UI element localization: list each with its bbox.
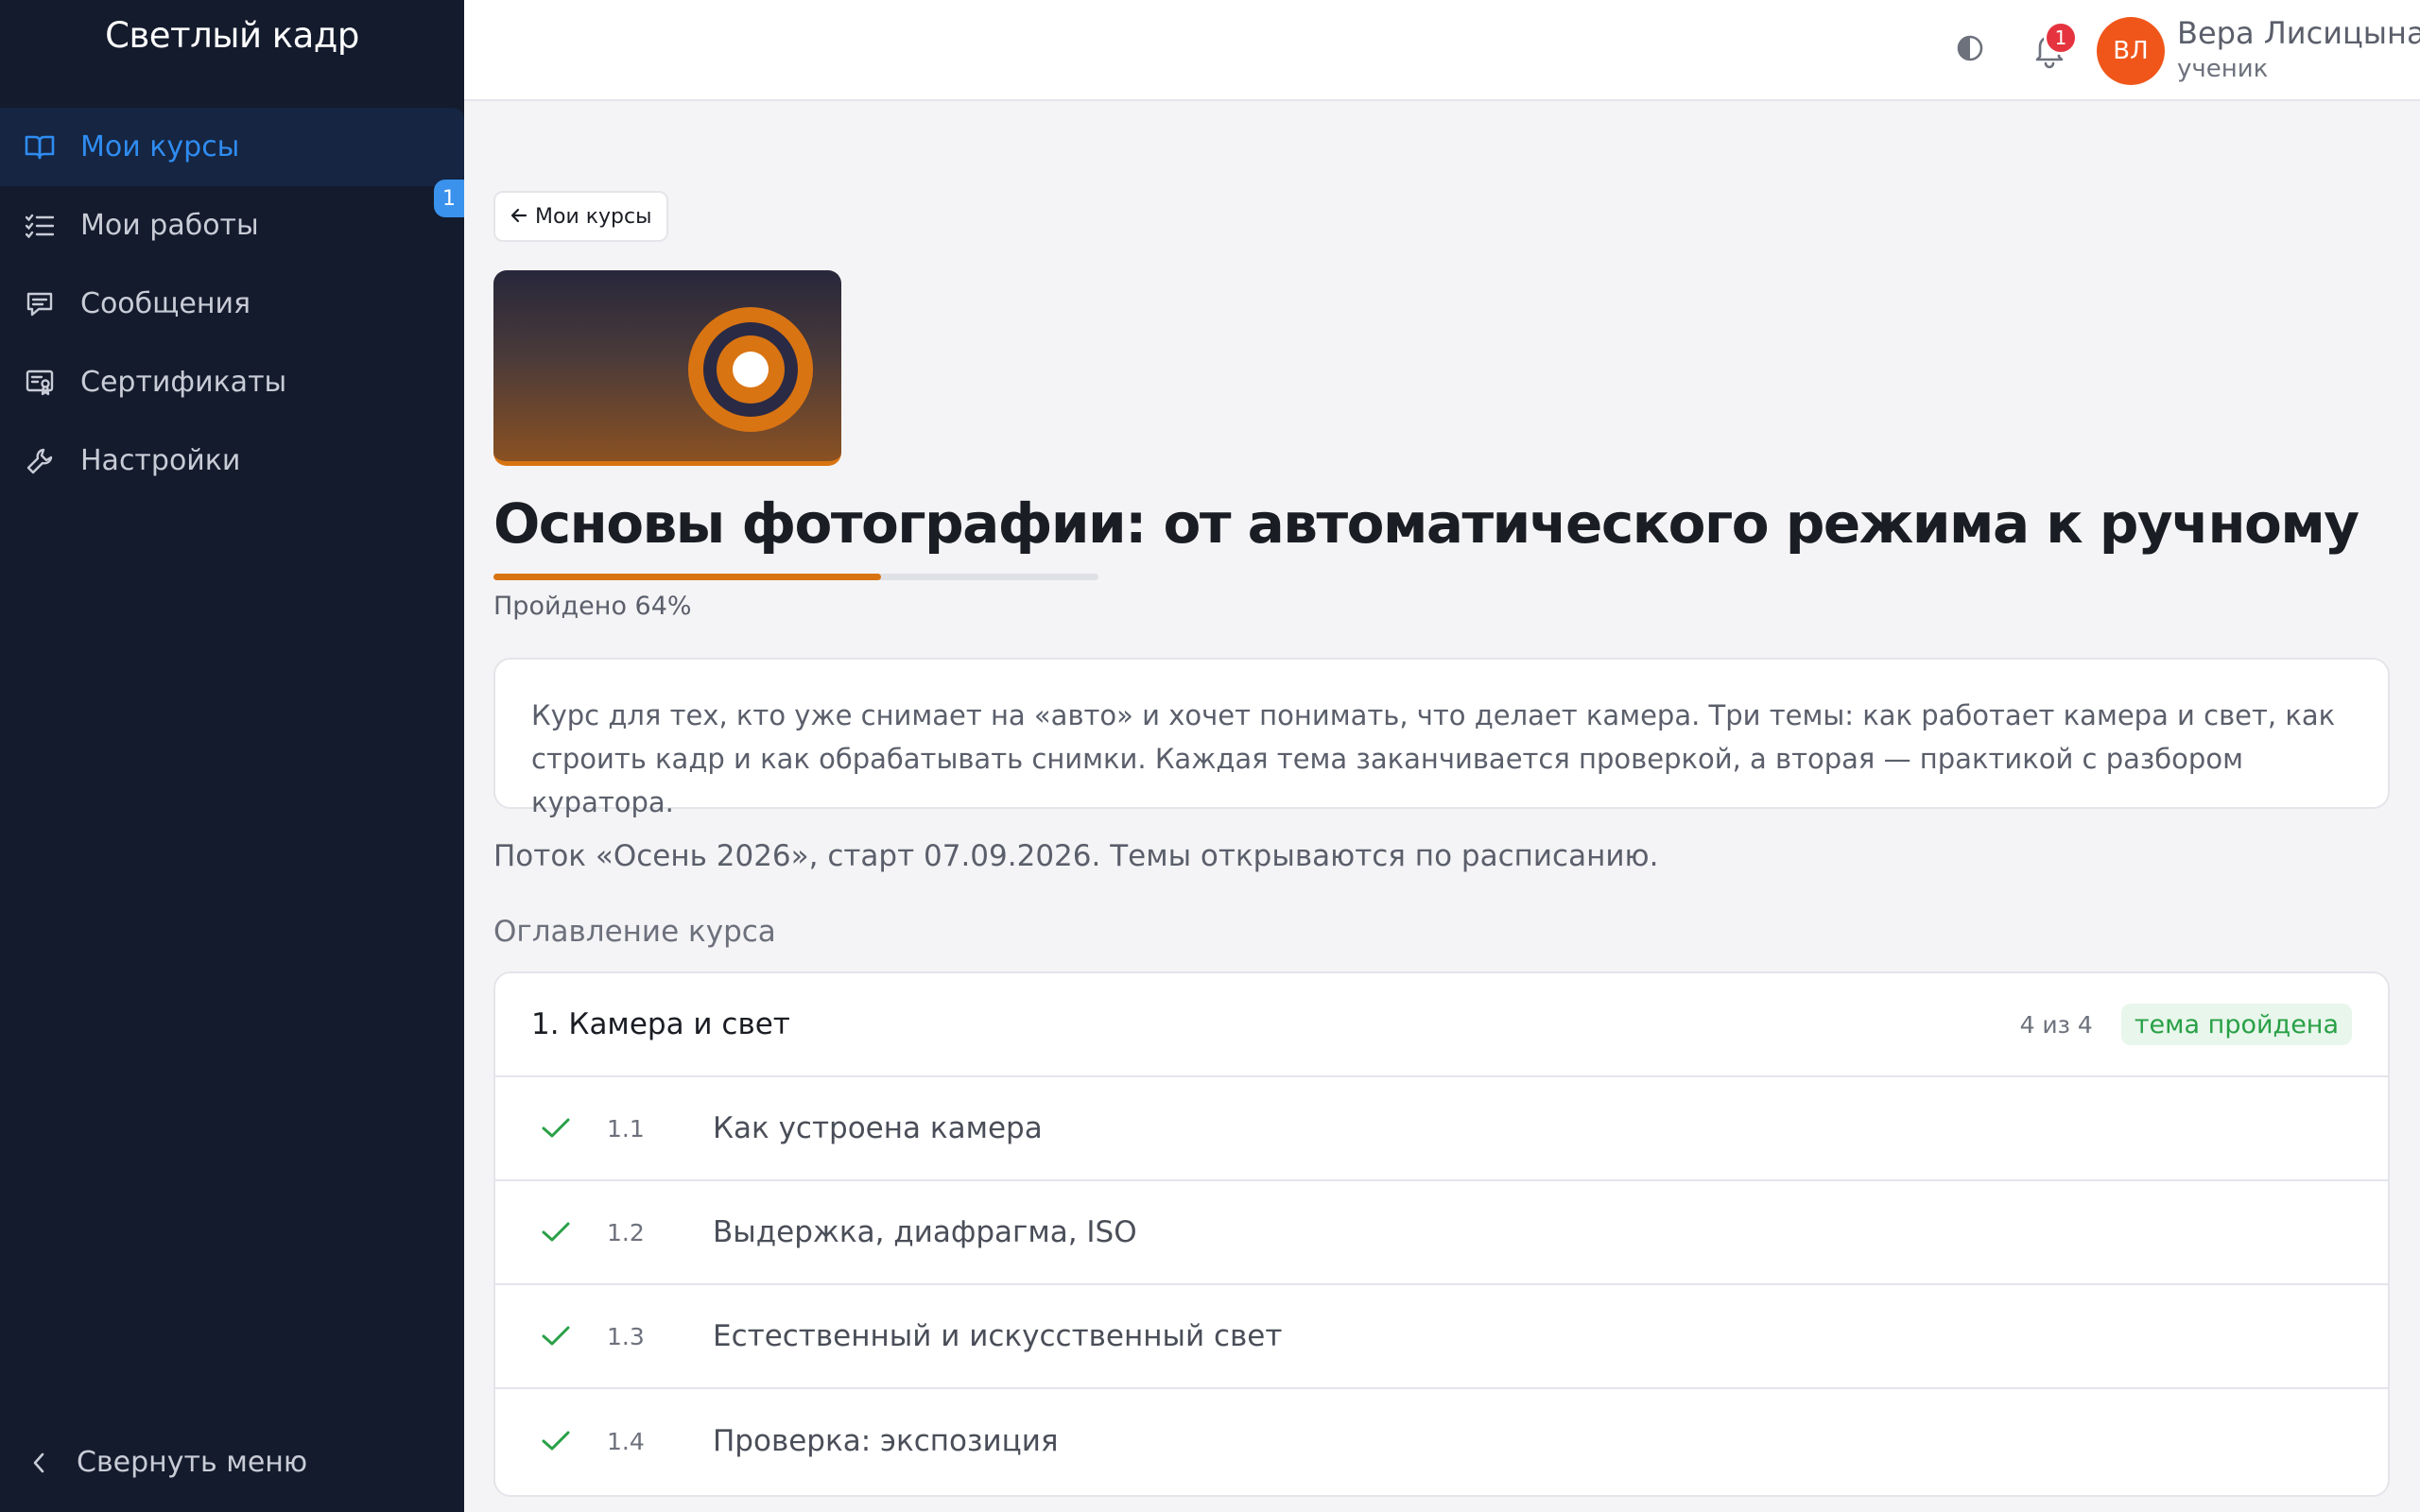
progress-label: Пройдено 64%: [493, 592, 692, 621]
top-bar: 1 ВЛ Вера Лисицына ученик: [464, 0, 2420, 101]
sidebar-item-my-works[interactable]: Мои работы: [0, 186, 464, 265]
lesson-row[interactable]: 1.1 Как устроена камера: [495, 1077, 2388, 1181]
check-icon: [539, 1319, 573, 1353]
sidebar-item-label: Мои курсы: [80, 130, 240, 163]
lesson-number: 1.3: [607, 1322, 645, 1350]
sidebar-item-messages[interactable]: Сообщения: [0, 265, 464, 343]
lesson-title: Естественный и искусственный свет: [713, 1319, 1283, 1353]
back-button-label: Мои курсы: [535, 204, 652, 229]
lens-target-icon: [688, 307, 813, 432]
arrow-left-icon: [510, 205, 527, 229]
sidebar-item-settings[interactable]: Настройки: [0, 421, 464, 500]
check-icon: [539, 1424, 573, 1458]
message-icon: [24, 288, 56, 320]
topic-status-badge: тема пройдена: [2120, 1004, 2352, 1045]
collapse-menu-label: Свернуть меню: [77, 1446, 308, 1479]
page-title: Основы фотографии: от автоматического ре…: [493, 491, 2360, 556]
lesson-row[interactable]: 1.3 Естественный и искусственный свет: [495, 1285, 2388, 1389]
sidebar-item-label: Мои работы: [80, 209, 259, 242]
toc-card: 1. Камера и свет 4 из 4 тема пройдена 1.…: [493, 971, 2390, 1497]
brand-logo[interactable]: Светлый кадр: [0, 15, 464, 56]
lesson-title: Как устроена камера: [713, 1111, 1043, 1145]
chevron-left-icon: [26, 1451, 51, 1475]
certificate-icon: [24, 367, 56, 399]
lesson-title: Проверка: экспозиция: [713, 1424, 1059, 1458]
lesson-row[interactable]: 1.2 Выдержка, диафрагма, ISO: [495, 1181, 2388, 1285]
lesson-title: Выдержка, диафрагма, ISO: [713, 1215, 1137, 1249]
stream-info: Поток «Осень 2026», старт 07.09.2026. Те…: [493, 839, 1659, 873]
wrench-icon: [24, 445, 56, 477]
check-icon: [539, 1215, 573, 1249]
lesson-number: 1.2: [607, 1218, 645, 1246]
sidebar-item-certificates[interactable]: Сертификаты: [0, 343, 464, 421]
toc-heading: Оглавление курса: [493, 915, 776, 949]
sidebar-item-my-courses[interactable]: Мои курсы: [0, 108, 464, 186]
user-name: Вера Лисицына: [2177, 15, 2420, 51]
course-description: Курс для тех, кто уже снимает на «авто» …: [531, 699, 2336, 818]
topic-header[interactable]: 1. Камера и свет 4 из 4 тема пройдена: [495, 973, 2388, 1077]
sidebar-nav: Мои курсы Мои работы Сообщения Сертифика…: [0, 108, 464, 500]
collapse-menu-button[interactable]: Свернуть меню: [26, 1446, 307, 1479]
lesson-number: 1.1: [607, 1114, 645, 1143]
topic-title: 1. Камера и свет: [531, 1007, 790, 1041]
course-description-card: Курс для тех, кто уже снимает на «авто» …: [493, 658, 2390, 818]
works-count-badge: 1: [434, 180, 464, 217]
sidebar-item-label: Сообщения: [80, 287, 251, 320]
course-progress-bar: [493, 574, 1098, 580]
sidebar-item-label: Настройки: [80, 444, 241, 477]
checklist-icon: [24, 210, 56, 242]
avatar[interactable]: ВЛ: [2097, 17, 2165, 85]
back-to-courses-button[interactable]: Мои курсы: [493, 191, 669, 242]
notifications-badge: 1: [2044, 21, 2078, 55]
user-role: ученик: [2177, 55, 2269, 83]
theme-toggle-icon[interactable]: [1956, 34, 1984, 62]
book-open-icon: [24, 131, 56, 163]
lesson-row[interactable]: 1.4 Проверка: экспозиция: [495, 1389, 2388, 1493]
lesson-number: 1.4: [607, 1427, 645, 1455]
topic-progress-count: 4 из 4: [2019, 1010, 2093, 1039]
sidebar-item-label: Сертификаты: [80, 366, 287, 399]
course-cover-image: [493, 270, 841, 466]
sidebar: Светлый кадр Мои курсы Мои работы Сообще…: [0, 0, 464, 1512]
course-progress-fill: [493, 574, 881, 580]
check-icon: [539, 1111, 573, 1145]
